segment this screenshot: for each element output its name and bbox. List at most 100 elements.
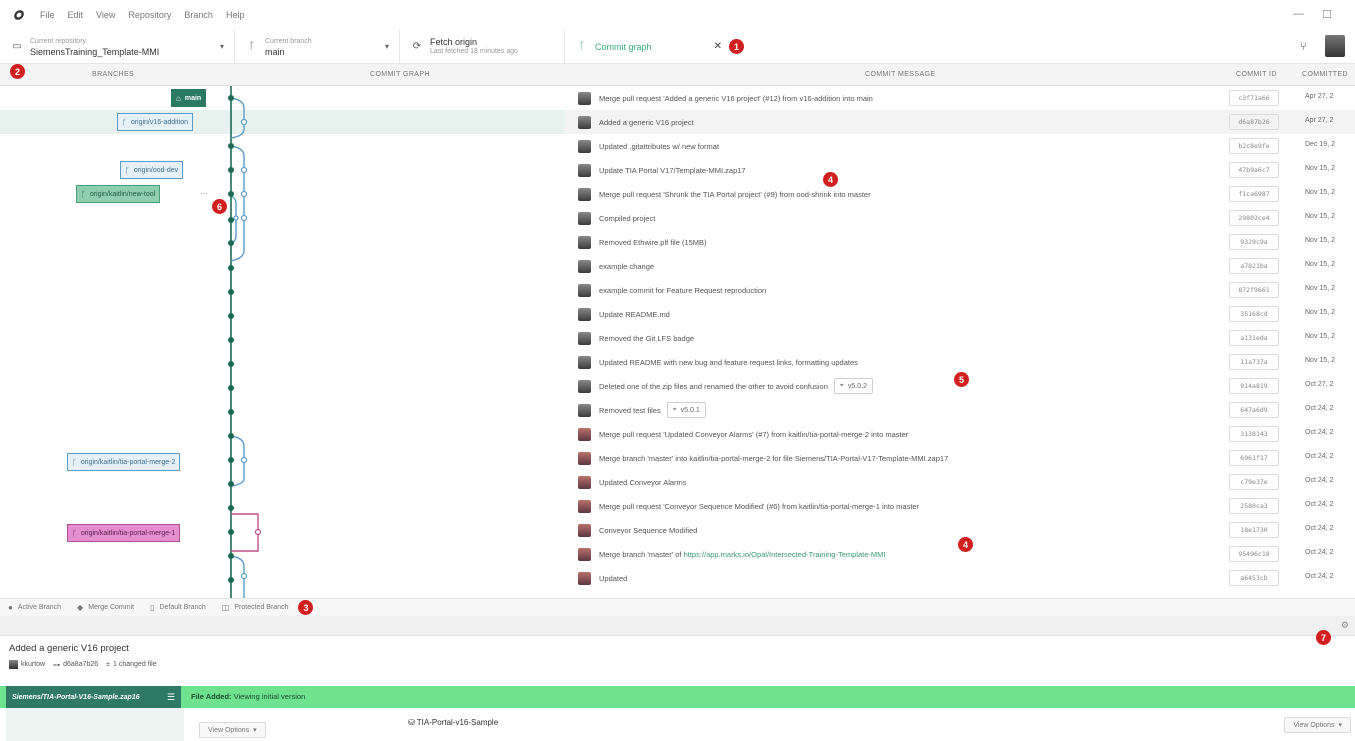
commit-row[interactable]: Updated README with new bug and feature … [578,350,1355,374]
fetch-origin-label: Fetch origin [430,36,478,47]
commit-message: Updated .gitattributes w/ new format [599,141,720,151]
commit-row[interactable]: Compiled project 29802ce4 Nov 15, 2 [578,206,1355,230]
branch-tag-label: main [184,94,202,102]
graph-legend: ● Active Branch ◆ Merge Commit ▯ Default Br… [0,598,1355,616]
commit-row[interactable]: example change a7821ba Nov 15, 2 [578,254,1355,278]
commit-row[interactable]: Merge pull request 'Shrunk the TIA Porta… [578,182,1355,206]
version-tag[interactable]: ⌖ v5.0.2 [833,378,873,394]
menu-branch[interactable]: Branch [184,10,213,20]
menu-file[interactable]: File [40,10,55,20]
file-tab[interactable]: Siemens/TIA-Portal-V16-Sample.zap16 ☰ [6,686,181,708]
column-commit-graph[interactable]: COMMIT GRAPH [370,71,430,78]
commit-message-link[interactable]: https://app.marks.io/Opal/Intersected-Tr… [684,550,886,559]
column-committed[interactable]: COMMITTED [1302,71,1348,78]
tab-commit-graph[interactable]: ᚴ Commit graph ✕ [565,30,740,63]
commit-id[interactable]: 47b9a6c7 [1229,162,1279,178]
commit-details-title: Added a generic V16 project [9,643,129,654]
branch-tag-origin-kaitlin-tia-portal-merge-2[interactable]: ᚴ origin/kaitlin/tia-portal-merge-2 [67,453,181,471]
view-options-button-left[interactable]: View Options ▾ [199,722,266,738]
tab-commit-graph-label: Commit graph [595,41,652,52]
view-options-label: View Options [208,726,250,734]
commit-message: Merge branch 'master' into kaitlin/tia-p… [599,453,949,463]
view-options-label: View Options [1293,721,1335,729]
commit-id[interactable]: b2c8e9fe [1229,138,1279,154]
commit-message: Update TIA Portal V17/Template-MMI.zap17 [599,165,746,175]
commit-id[interactable]: c3f71a66 [1229,90,1279,106]
commit-row[interactable]: Removed the Git LFS badge a131eda Nov 15… [578,326,1355,350]
commit-id[interactable]: 35168cd [1229,306,1279,322]
commit-id[interactable]: 9329c9a [1229,234,1279,250]
branch-tag-origin-v16-addition[interactable]: ᚴ origin/v16-addition [117,113,194,131]
commit-id[interactable]: a7821ba [1229,258,1279,274]
commit-id[interactable]: 914a819 [1229,378,1279,394]
commit-id[interactable]: d6a87b26 [1229,114,1279,130]
view-options-button-right[interactable]: View Options ▾ [1284,717,1351,733]
commit-id[interactable]: 2580ca3 [1229,498,1279,514]
commit-row[interactable]: Update TIA Portal V17/Template-MMI.zap17… [578,158,1355,182]
commit-message: Removed Ethwire.plf file (15MB) [599,237,707,247]
commit-date: Nov 15, 2 [1305,165,1335,172]
commit-row[interactable]: Merge pull request 'Conveyor Sequence Mo… [578,494,1355,518]
menu-edit[interactable]: Edit [68,10,84,20]
commit-id[interactable]: 872f9661 [1229,282,1279,298]
menu-repository[interactable]: Repository [128,10,171,20]
commit-hash-info[interactable]: ⊶ d6a8a7b26 [53,661,98,669]
current-branch-selector[interactable]: ᚴ Current branch main ▾ [235,30,400,63]
commit-id[interactable]: a6453cb [1229,570,1279,586]
more-branches-icon[interactable]: ··· [200,189,208,198]
panel-splitter[interactable]: ⚙ [0,616,1355,636]
commit-row[interactable]: Merge pull request 'Added a generic V16 … [578,86,1355,110]
current-repository-selector[interactable]: ▭ Current repository SiemensTraining_Tem… [0,30,235,63]
author-avatar [9,660,18,669]
commit-date: Nov 15, 2 [1305,189,1335,196]
menu-view[interactable]: View [96,10,115,20]
commit-id[interactable]: 95496c18 [1229,546,1279,562]
commit-id[interactable]: 6961f17 [1229,450,1279,466]
author-avatar [578,427,591,441]
author-avatar [578,283,591,297]
commit-row[interactable]: Updated .gitattributes w/ new format b2c… [578,134,1355,158]
commit-id[interactable]: 29802ce4 [1229,210,1279,226]
menu-help[interactable]: Help [226,10,245,20]
branch-compare-icon[interactable]: ⑂ [1300,39,1307,53]
commit-id[interactable]: 3138143 [1229,426,1279,442]
minimize-icon[interactable]: — [1293,8,1304,20]
commit-message: Added a generic V16 project [599,117,694,127]
commit-id[interactable]: c79e37e [1229,474,1279,490]
fetch-origin-button[interactable]: ⟳ Fetch origin Last fetched 18 minutes a… [400,30,565,63]
column-commit-message[interactable]: COMMIT MESSAGE [865,71,935,78]
gear-icon[interactable]: ⚙ [1341,620,1349,631]
legend-label: Merge Commit [88,604,135,611]
commit-row[interactable]: Updated Conveyor Alarms c79e37e Oct 24, … [578,470,1355,494]
file-list-icon[interactable]: ☰ [167,692,175,703]
commit-row[interactable]: Added a generic V16 project d6a87b26 Apr… [578,110,1355,134]
close-icon[interactable]: ✕ [714,41,722,52]
author-avatar [578,499,591,513]
branch-tag-origin-kaitlin-new-tool[interactable]: ᚴ origin/kaitlin/new-tool [76,185,161,203]
commit-row[interactable]: example commit for Feature Request repro… [578,278,1355,302]
commit-row[interactable]: Removed Ethwire.plf file (15MB) 9329c9a … [578,230,1355,254]
commit-id[interactable]: 11a737a [1229,354,1279,370]
column-branches[interactable]: BRANCHES [92,71,134,78]
version-tag[interactable]: ⌖ v5.0.1 [666,402,706,418]
branch-tag-origin-ood-dev[interactable]: ᚴ origin/ood-dev [120,161,184,179]
branch-tag-origin-kaitlin-tia-portal-merge-1[interactable]: ᚴ origin/kaitlin/tia-portal-merge-1 [67,524,181,542]
commit-id[interactable]: f1ca6987 [1229,186,1279,202]
commit-row[interactable]: Updated a6453cb Oct 24, 2 [578,566,1355,590]
commit-id[interactable]: 18e1730 [1229,522,1279,538]
user-avatar[interactable] [1325,35,1345,57]
main-branch-icon: ⌂ [176,93,181,103]
branch-tag-label: origin/kaitlin/new-tool [89,190,156,198]
column-header: BRANCHES COMMIT GRAPH COMMIT MESSAGE COM… [0,64,1355,86]
commit-row[interactable]: Merge pull request 'Updated Conveyor Ala… [578,422,1355,446]
maximize-icon[interactable]: ☐ [1322,8,1332,21]
commit-id[interactable]: a131eda [1229,330,1279,346]
commit-id[interactable]: 647a6d9 [1229,402,1279,418]
commit-row[interactable]: Update README.md 35168cd Nov 15, 2 [578,302,1355,326]
commit-row[interactable]: Removed test files ⌖ v5.0.1 647a6d9 Oct 2… [578,398,1355,422]
last-fetched-label: Last fetched 18 minutes ago [430,47,518,55]
commit-row[interactable]: Merge branch 'master' into kaitlin/tia-p… [578,446,1355,470]
annotation-badge-4: 4 [823,172,838,187]
column-commit-id[interactable]: COMMIT ID [1236,71,1277,78]
branch-tag-main[interactable]: ⌂ main [171,89,207,107]
